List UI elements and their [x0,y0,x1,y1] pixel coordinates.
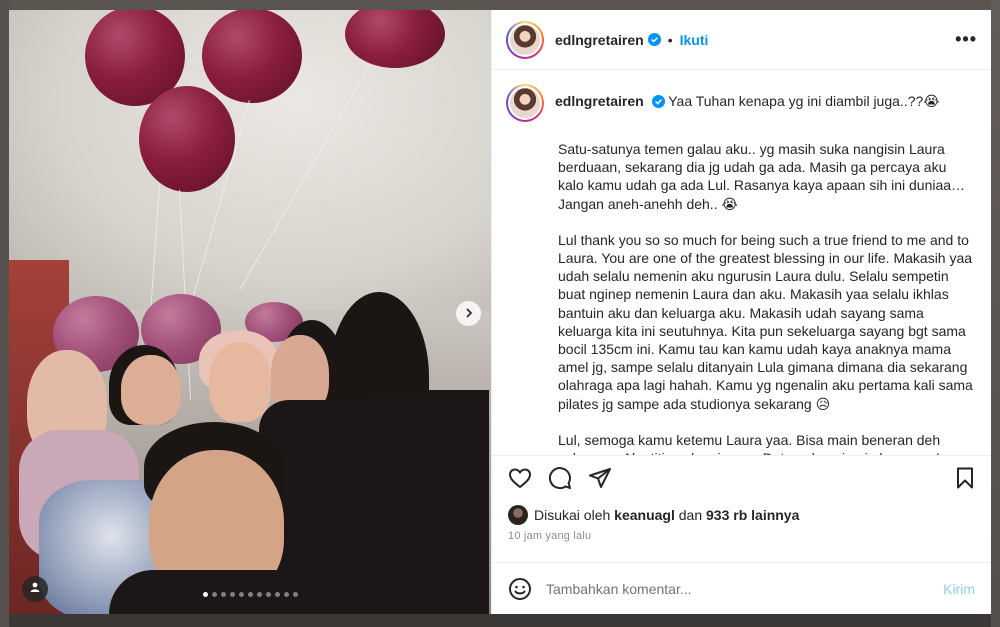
comment-input[interactable] [546,580,944,597]
save-button[interactable] [953,466,977,495]
avatar[interactable] [506,84,544,122]
post-header: edlngretairen • Ikuti ••• [492,10,991,70]
bookmark-icon [953,466,977,495]
likes-middle: dan [678,507,703,523]
heart-icon [508,466,532,495]
carousel-indicator [9,592,491,597]
like-button[interactable] [508,466,532,495]
carousel-dot [247,592,253,597]
tagged-users-button[interactable] [22,576,48,602]
header-separator: • [667,31,673,48]
post-timestamp[interactable]: 10 jam yang lalu [492,526,991,546]
author-username[interactable]: edlngretairen [555,32,644,48]
follow-button[interactable]: Ikuti [680,32,709,48]
carousel-dot [220,592,226,597]
carousel-dot [229,592,235,597]
carousel-dot [274,592,280,597]
caption-paragraph: Lul, semoga kamu ketemu Laura yaa. Bisa … [558,431,972,455]
smiley-icon[interactable] [508,577,532,601]
post-comment-button[interactable]: Kirim [943,581,975,597]
caption-first-line: edlngretairen Yaa Tuhan kenapa yg ini di… [555,84,940,110]
avatar[interactable] [508,505,528,525]
caption-paragraph: Lul thank you so so much for being such … [558,231,977,412]
chevron-right-icon [463,306,475,322]
likes-summary: Disukai oleh keanuagl dan 933 rb lainnya [492,504,991,526]
avatar[interactable] [506,20,544,59]
likes-prefix: Disukai oleh [534,507,611,523]
post-actions-bar [492,455,991,504]
person [121,355,181,425]
carousel-dot [283,592,289,597]
post-sidebar: edlngretairen • Ikuti ••• edlngretairen … [491,10,991,614]
carousel-next-button[interactable] [456,301,481,326]
backdrop-tile [0,0,9,627]
backdrop-tile [991,0,1000,627]
comments-scroll-area[interactable]: edlngretairen Yaa Tuhan kenapa yg ini di… [492,70,991,455]
likes-count-link[interactable]: 933 rb lainnya [706,507,799,523]
caption-paragraph: Satu-satunya temen galau aku.. yg masih … [558,141,969,212]
share-button[interactable] [588,466,612,495]
carousel-dot [211,592,217,597]
caption-header: edlngretairen Yaa Tuhan kenapa yg ini di… [506,84,975,122]
caption-username[interactable]: edlngretairen [555,93,644,109]
carousel-dot [265,592,271,597]
carousel-dot [238,592,244,597]
carousel-dot [202,592,208,597]
more-options-button[interactable]: ••• [955,29,977,50]
carousel-dot [292,592,298,597]
balloon [139,86,235,192]
comment-icon [548,466,572,495]
balloon [202,10,302,103]
carousel-dot [256,592,262,597]
caption-body: Satu-satunya temen galau aku.. yg masih … [558,140,975,455]
verified-badge-icon [651,95,665,108]
post-modal: edlngretairen • Ikuti ••• edlngretairen … [9,10,991,614]
add-comment-bar: Kirim [492,562,991,614]
person [209,342,271,422]
comment-button[interactable] [548,466,572,495]
likes-user-link[interactable]: keanuagl [614,507,675,523]
caption-text-first: Yaa Tuhan kenapa yg ini diambil juga..??… [668,93,940,109]
post-photo [9,10,491,614]
verified-badge-icon [647,33,661,46]
paper-plane-icon [588,466,612,495]
